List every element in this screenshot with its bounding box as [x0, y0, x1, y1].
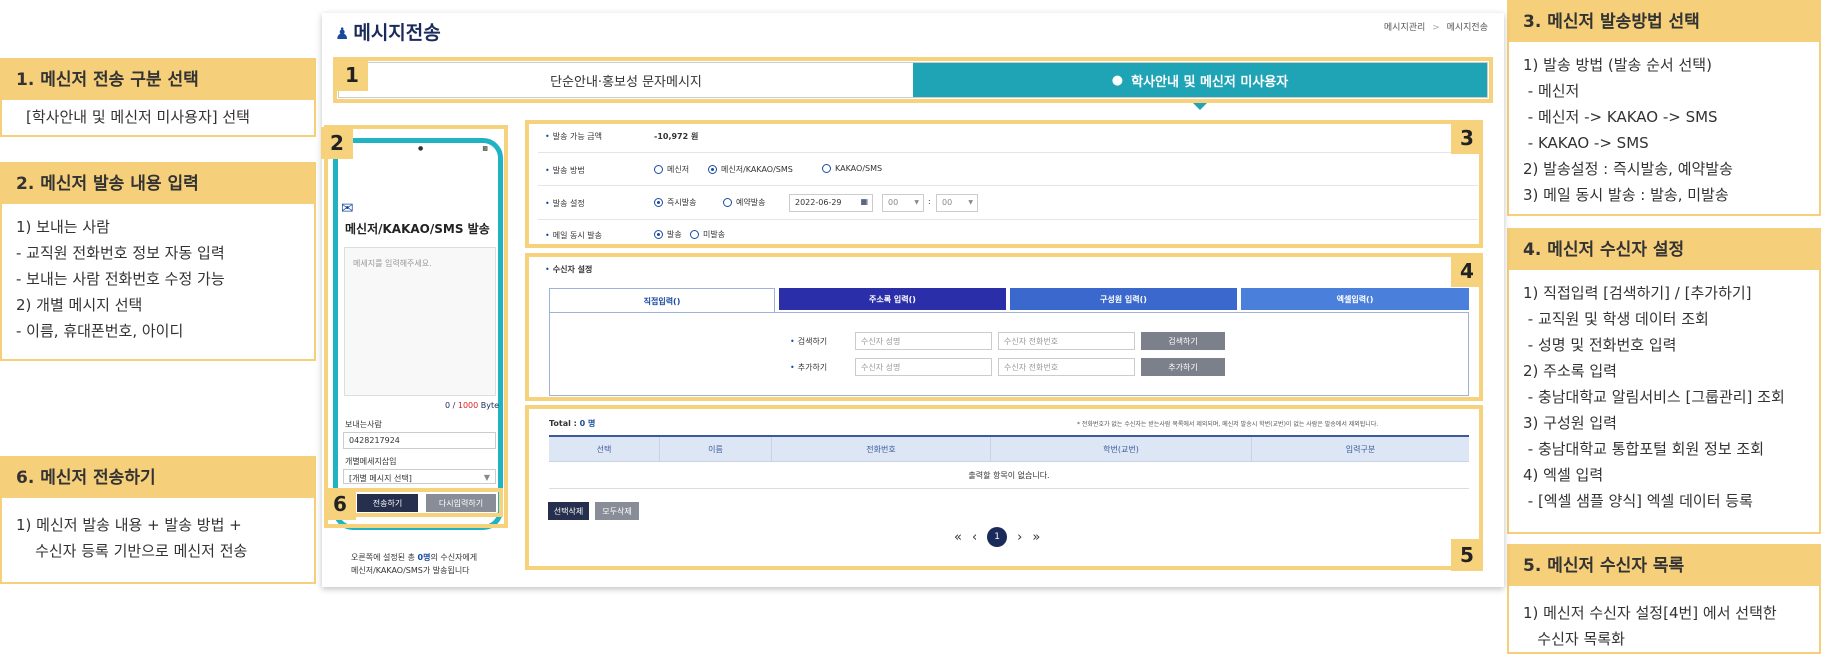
highlight-frame-5	[525, 405, 1483, 570]
guide-line: 3) 메일 동시 발송 : 발송, 미발송	[1523, 186, 1729, 204]
note-text: 메신저/KAKAO/SMS가 발송됩니다	[351, 566, 470, 575]
chevron-right-icon: >	[1432, 23, 1440, 33]
guide-line: 1) 메신저 발송 내용 + 발송 방법 +	[16, 516, 242, 534]
guide-line: - [엑셀 샘플 양식] 엑셀 데이터 등록	[1523, 492, 1753, 510]
guide-line: - 교직원 및 학생 데이터 조회	[1523, 310, 1709, 328]
guide-title: 5. 메신저 수신자 목록	[1509, 546, 1819, 586]
note-text: 오른쪽에 설정된 총	[351, 553, 418, 562]
guide-line: - 충남대학교 알림서비스 [그룹관리] 조회	[1523, 388, 1785, 406]
guide-line: - 이름, 휴대폰번호, 아이디	[16, 322, 184, 340]
guide-line: 1) 메신저 수신자 설정[4번] 에서 선택한	[1523, 604, 1777, 622]
guide-line: 2) 주소록 입력	[1523, 362, 1617, 380]
highlight-frame-4	[525, 253, 1483, 401]
guide-line: - 메신저	[1523, 82, 1580, 100]
guide-line: 2) 발송설정 : 즉시발송, 예약발송	[1523, 160, 1733, 178]
guide-line: 1) 발송 방법 (발송 순서 선택)	[1523, 56, 1712, 74]
breadcrumb-item[interactable]: 메시지관리	[1384, 23, 1425, 33]
marker-5: 5	[1451, 539, 1483, 571]
user-icon: ♟	[335, 24, 350, 43]
guide-line: 2) 개별 메시지 선택	[16, 296, 143, 314]
guide-line: 수신자 등록 기반으로 메신저 전송	[16, 542, 248, 560]
guide-box-5: 5. 메신저 수신자 목록 1) 메신저 수신자 설정[4번] 에서 선택한 수…	[1507, 544, 1821, 654]
marker-6: 6	[324, 488, 356, 520]
guide-box-4: 4. 메신저 수신자 설정 1) 직접입력 [검색하기] / [추가하기] - …	[1507, 228, 1821, 534]
guide-line: 1) 보내는 사람	[16, 218, 110, 236]
note-count: 0명	[417, 553, 431, 562]
marker-3: 3	[1451, 122, 1483, 154]
note-text: 의 수신자에게	[430, 553, 478, 562]
guide-box-6: 6. 메신저 전송하기 1) 메신저 발송 내용 + 발송 방법 + 수신자 등…	[0, 456, 316, 584]
page-title-text: 메시지전송	[353, 22, 441, 44]
guide-title: 6. 메신저 전송하기	[2, 458, 314, 498]
guide-line: [학사안내 및 메신저 미사용자] 선택	[26, 108, 250, 126]
marker-4: 4	[1451, 255, 1483, 287]
guide-box-1: 1. 메신저 전송 구분 선택 [학사안내 및 메신저 미사용자] 선택	[0, 58, 316, 137]
highlight-frame-3	[525, 120, 1483, 248]
guide-line: - 성명 및 전화번호 입력	[1523, 336, 1677, 354]
guide-box-3: 3. 메신저 발송방법 선택 1) 발송 방법 (발송 순서 선택) - 메신저…	[1507, 0, 1821, 216]
guide-line: - 교직원 전화번호 정보 자동 입력	[16, 244, 225, 262]
guide-line: 수신자 목록화	[1523, 630, 1625, 648]
marker-2: 2	[321, 127, 353, 159]
tab-arrow-icon	[1193, 103, 1207, 110]
guide-line: - 메신저 -> KAKAO -> SMS	[1523, 108, 1718, 126]
breadcrumb: 메시지관리 > 메시지전송	[1384, 20, 1488, 33]
guide-title: 3. 메신저 발송방법 선택	[1509, 2, 1819, 42]
guide-line: - 보내는 사람 전화번호 수정 가능	[16, 270, 225, 288]
guide-line: 3) 구성원 입력	[1523, 414, 1617, 432]
highlight-frame-2	[324, 125, 508, 528]
breadcrumb-item[interactable]: 메시지전송	[1447, 23, 1488, 33]
guide-title: 1. 메신저 전송 구분 선택	[2, 60, 314, 100]
guide-title: 2. 메신저 발송 내용 입력	[2, 164, 314, 204]
page-title: ♟ 메시지전송	[335, 18, 441, 45]
guide-box-2: 2. 메신저 발송 내용 입력 1) 보내는 사람 - 교직원 전화번호 정보 …	[0, 162, 316, 361]
highlight-frame-1	[333, 57, 1493, 103]
guide-line: - 충남대학교 통합포털 회원 정보 조회	[1523, 440, 1765, 458]
guide-title: 4. 메신저 수신자 설정	[1509, 230, 1819, 270]
guide-line: 4) 엑셀 입력	[1523, 466, 1604, 484]
send-note: 오른쪽에 설정된 총 0명의 수신자에게 메신저/KAKAO/SMS가 발송됩니…	[351, 551, 477, 577]
guide-line: - KAKAO -> SMS	[1523, 134, 1649, 152]
marker-1: 1	[336, 59, 368, 91]
guide-line: 1) 직접입력 [검색하기] / [추가하기]	[1523, 284, 1752, 302]
